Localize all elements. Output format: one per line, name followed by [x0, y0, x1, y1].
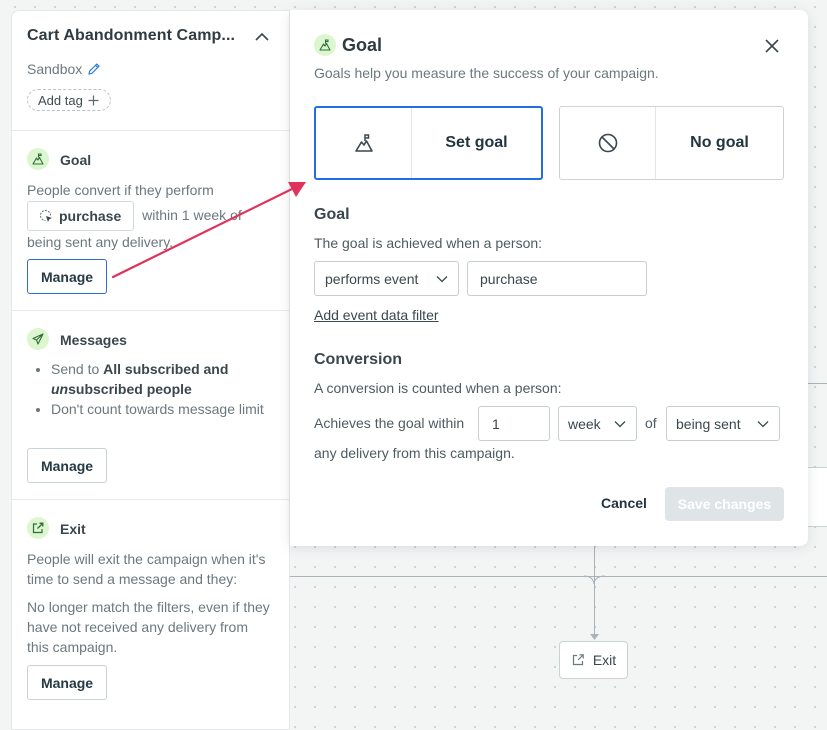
messages-section-label: Messages — [60, 332, 127, 348]
set-goal-option[interactable]: Set goal — [314, 106, 543, 180]
conversion-of-label: of — [645, 415, 657, 431]
exit-condition: No longer match the filters, even if the… — [27, 599, 270, 655]
chevron-down-icon — [436, 275, 448, 282]
set-goal-label: Set goal — [445, 134, 508, 151]
chevron-down-icon — [614, 420, 626, 427]
exit-icon-badge — [27, 517, 49, 539]
external-link-icon — [572, 654, 584, 666]
connector-merge-curve — [584, 575, 605, 585]
goal-manage-button[interactable]: Manage — [27, 259, 107, 294]
conversion-trigger-value: being sent — [676, 415, 741, 432]
mountain-flag-icon — [354, 134, 373, 152]
workspace-label: Sandbox — [27, 61, 101, 77]
conversion-amount-value: 1 — [492, 415, 500, 432]
mountain-flag-icon — [32, 153, 44, 165]
goal-event-input[interactable]: purchase — [467, 261, 647, 296]
exit-section-label: Exit — [60, 521, 86, 537]
conversion-unit-value: week — [568, 415, 601, 432]
no-goal-label: No goal — [690, 134, 749, 151]
campaign-title: Cart Abandonment Camp... — [27, 27, 236, 44]
goal-modal: Goal Goals help you measure the success … — [290, 10, 808, 546]
chevron-down-icon — [757, 420, 769, 427]
goal-event-name: purchase — [59, 208, 122, 224]
list-item: Send to All subscribed andunsubscribed p… — [51, 359, 291, 399]
mountain-flag-icon — [319, 39, 331, 51]
messages-icon-badge — [27, 328, 49, 350]
paper-plane-icon — [32, 333, 44, 345]
list-item: Don't count towards message limit — [51, 399, 291, 419]
conversion-heading: Conversion — [314, 351, 403, 368]
conversion-suffix: any delivery from this campaign. — [314, 445, 515, 461]
section-divider — [12, 130, 289, 131]
no-goal-option[interactable]: No goal — [559, 106, 784, 180]
plus-icon — [88, 95, 99, 105]
save-changes-button[interactable]: Save changes — [665, 487, 784, 521]
goal-heading: Goal — [314, 206, 350, 223]
add-tag-label: Add tag — [38, 92, 83, 108]
conversion-unit-select[interactable]: week — [558, 406, 637, 441]
messages-details-list: Send to All subscribed andunsubscribed p… — [27, 359, 291, 419]
exit-description: People will exit the campaign when it's … — [27, 551, 266, 587]
goal-description: People convert if they perform purchase … — [27, 180, 277, 252]
goal-modal-icon-badge — [314, 34, 336, 56]
prohibited-icon — [598, 133, 617, 153]
goal-event-chip: purchase — [27, 201, 135, 231]
close-icon[interactable] — [764, 38, 780, 54]
messages-manage-button[interactable]: Manage — [27, 448, 107, 483]
conversion-amount-input[interactable]: 1 — [478, 406, 550, 441]
chevron-up-icon[interactable] — [252, 29, 272, 45]
conversion-description: A conversion is counted when a person: — [314, 380, 562, 396]
external-link-icon — [32, 522, 44, 534]
add-tag-button[interactable]: Add tag — [27, 89, 111, 111]
goal-icon-badge — [27, 148, 49, 170]
cursor-click-icon — [40, 209, 52, 222]
goal-description: The goal is achieved when a person: — [314, 235, 543, 251]
goal-condition-value: performs event — [325, 270, 419, 287]
add-event-data-filter-link[interactable]: Add event data filter — [314, 307, 439, 323]
goal-text-end: being sent any delivery. — [27, 234, 174, 250]
exit-manage-button[interactable]: Manage — [27, 665, 107, 700]
conversion-trigger-select[interactable]: being sent — [666, 406, 780, 441]
cancel-button[interactable]: Cancel — [601, 495, 647, 511]
goal-text-before: People convert if they perform — [27, 182, 214, 198]
campaign-sidebar: Cart Abandonment Camp... Sandbox Add tag… — [11, 10, 290, 730]
pencil-icon[interactable] — [87, 62, 101, 76]
conversion-prefix: Achieves the goal within — [314, 415, 465, 431]
goal-condition-select[interactable]: performs event — [314, 261, 459, 296]
workspace-name: Sandbox — [27, 61, 83, 77]
goal-event-value: purchase — [480, 270, 538, 287]
connector-arrowhead — [590, 634, 599, 640]
section-divider — [12, 310, 289, 311]
section-divider — [12, 499, 289, 500]
exit-node[interactable]: Exit — [559, 641, 628, 679]
modal-title: Goal — [342, 35, 383, 55]
exit-node-label: Exit — [592, 652, 617, 668]
canvas-connector-line — [594, 546, 595, 638]
goal-section-label: Goal — [60, 152, 92, 168]
modal-subtitle: Goals help you measure the success of yo… — [314, 65, 659, 81]
canvas-connector-line — [290, 576, 827, 577]
goal-text-after: within 1 week of — [142, 206, 242, 223]
